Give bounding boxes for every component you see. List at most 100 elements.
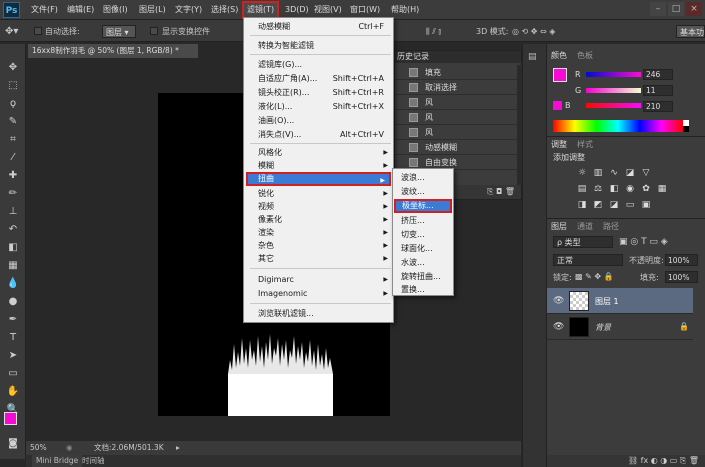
- black-chip[interactable]: [683, 126, 689, 132]
- 3d-mode-icons[interactable]: ◎ ⟲ ✥ ⇔ ◈: [512, 25, 555, 38]
- b-value[interactable]: 210: [643, 101, 673, 112]
- r-value[interactable]: 246: [643, 69, 673, 80]
- menu-view[interactable]: 视图(V): [314, 3, 342, 17]
- history-item[interactable]: 风: [395, 95, 517, 110]
- tab-styles[interactable]: 样式: [577, 139, 593, 151]
- tab-swatches[interactable]: 色板: [577, 50, 593, 62]
- menu-3d[interactable]: 3D(D): [285, 3, 309, 17]
- tab-channels[interactable]: 通道: [577, 221, 593, 233]
- curves-icon[interactable]: ∿: [609, 168, 619, 178]
- blur-tool-icon[interactable]: 💧: [5, 276, 21, 292]
- r-slider[interactable]: [586, 72, 641, 77]
- submenu-item-ripple[interactable]: 波纹...: [401, 185, 455, 198]
- zoom-level[interactable]: 50%: [30, 441, 47, 455]
- maximize-icon[interactable]: □: [668, 2, 684, 16]
- auto-select-dropdown[interactable]: 图层 ▾: [102, 25, 136, 38]
- menu-help[interactable]: 帮助(H): [391, 3, 419, 17]
- posterize-icon[interactable]: ◩: [593, 200, 603, 210]
- brightness-icon[interactable]: ☼: [577, 168, 587, 178]
- vibrance-icon[interactable]: ▽: [641, 168, 651, 178]
- healing-brush-icon[interactable]: ✚: [5, 168, 21, 184]
- layers-footer-icons[interactable]: ⛓ fx ◐ ◑ ▭ ⎘ 🗑: [547, 455, 705, 467]
- hand-tool-icon[interactable]: ✋: [5, 384, 21, 400]
- black-white-icon[interactable]: ◧: [609, 184, 619, 194]
- b-slider[interactable]: [586, 103, 641, 108]
- g-value[interactable]: 11: [643, 85, 673, 96]
- layer-row[interactable]: 👁 背景 🔒: [547, 314, 693, 340]
- tab-timeline[interactable]: 时间轴: [82, 455, 105, 467]
- history-brush-icon[interactable]: ↶: [5, 222, 21, 238]
- history-item[interactable]: 风: [395, 110, 517, 125]
- history-item[interactable]: 填充: [395, 65, 517, 80]
- history-panel-title[interactable]: 历史记录: [395, 51, 521, 63]
- move-tool-icon[interactable]: ✥: [5, 60, 21, 76]
- g-slider[interactable]: [586, 88, 641, 93]
- brush-tool-icon[interactable]: ✏: [5, 186, 21, 202]
- eraser-tool-icon[interactable]: ◧: [5, 240, 21, 256]
- status-menu-arrow-icon[interactable]: ▸: [176, 441, 180, 455]
- menu-item-oil-paint[interactable]: 油画(O)...: [258, 114, 392, 127]
- menu-item-convert-smart[interactable]: 转换为智能滤镜: [258, 39, 392, 52]
- menu-type[interactable]: 文字(Y): [175, 3, 202, 17]
- foreground-color-swatch[interactable]: [4, 412, 17, 425]
- history-item[interactable]: 动感模糊: [395, 140, 517, 155]
- gradient-tool-icon[interactable]: ▦: [5, 258, 21, 274]
- selective-color-icon[interactable]: ▣: [641, 200, 651, 210]
- layer-name[interactable]: 背景: [595, 322, 611, 333]
- marquee-tool-icon[interactable]: ⬚: [5, 78, 21, 94]
- layer-row-selected[interactable]: 👁 图层 1: [547, 288, 693, 314]
- menu-item-other[interactable]: 其它 ▶: [258, 252, 392, 265]
- tab-adjustments[interactable]: 调整: [551, 139, 567, 151]
- path-select-icon[interactable]: ➤: [5, 348, 21, 364]
- menu-item-adaptive-wide[interactable]: 自适应广角(A)... Shift+Ctrl+A: [258, 72, 392, 85]
- menu-item-liquify[interactable]: 液化(L)... Shift+Ctrl+X: [258, 100, 392, 113]
- clone-stamp-icon[interactable]: ⊥: [5, 204, 21, 220]
- levels-icon[interactable]: ▥: [593, 168, 603, 178]
- shape-tool-icon[interactable]: ▭: [5, 366, 21, 382]
- menu-item-filter-gallery[interactable]: 滤镜库(G)...: [258, 58, 392, 71]
- menu-item-digimarc[interactable]: Digimarc ▶: [258, 273, 392, 286]
- submenu-item-pinch[interactable]: 挤压...: [401, 214, 455, 227]
- move-tool-icon[interactable]: ✥▾: [5, 25, 18, 38]
- menu-edit[interactable]: 编辑(E): [67, 3, 94, 17]
- submenu-item-polar-coordinates[interactable]: 极坐标...: [394, 199, 452, 213]
- menu-item-distort[interactable]: 扭曲 ▶: [246, 172, 391, 186]
- menu-item-render[interactable]: 渲染 ▶: [258, 226, 392, 239]
- menu-item-imagenomic[interactable]: Imagenomic ▶: [258, 287, 392, 300]
- quick-mask-icon[interactable]: ◙: [5, 438, 21, 450]
- menu-item-pixelate[interactable]: 像素化 ▶: [258, 213, 392, 226]
- menu-item-lens-correction[interactable]: 镜头校正(R)... Shift+Ctrl+R: [258, 86, 392, 99]
- visibility-eye-icon[interactable]: 👁: [553, 296, 564, 306]
- tab-layers[interactable]: 图层: [551, 221, 567, 233]
- history-item[interactable]: 风: [395, 125, 517, 140]
- menu-item-last-filter[interactable]: 动感模糊 Ctrl+F: [258, 20, 392, 33]
- submenu-item-spherize[interactable]: 球面化...: [401, 242, 455, 255]
- submenu-item-zigzag[interactable]: 水波...: [401, 256, 455, 269]
- foreground-color-swatch[interactable]: [553, 68, 567, 82]
- eyedropper-tool-icon[interactable]: ⁄: [5, 150, 21, 166]
- menu-window[interactable]: 窗口(W): [350, 3, 380, 17]
- menu-item-noise[interactable]: 杂色 ▶: [258, 239, 392, 252]
- close-icon[interactable]: ×: [686, 2, 702, 16]
- tab-paths[interactable]: 路径: [603, 221, 619, 233]
- fill-input[interactable]: 100%: [665, 271, 698, 283]
- menu-item-blur[interactable]: 模糊 ▶: [258, 159, 392, 172]
- layer-filter-icons[interactable]: ▣ ◎ T ▭ ◈: [619, 237, 668, 247]
- minimize-icon[interactable]: –: [650, 2, 666, 16]
- color-spectrum[interactable]: [553, 120, 683, 132]
- photo-filter-icon[interactable]: ◉: [625, 184, 635, 194]
- menu-layer[interactable]: 图层(L): [139, 3, 166, 17]
- history-item[interactable]: 取消选择: [395, 80, 517, 95]
- pen-tool-icon[interactable]: ✒: [5, 312, 21, 328]
- align-icons[interactable]: ⫼ ⫽ ⫾: [426, 25, 441, 38]
- menu-item-browse-online[interactable]: 浏览联机滤镜...: [258, 307, 392, 320]
- menu-select[interactable]: 选择(S): [211, 3, 238, 17]
- submenu-item-twirl[interactable]: 旋转扭曲...: [401, 270, 455, 283]
- show-transform-checkbox[interactable]: [150, 27, 158, 35]
- lasso-tool-icon[interactable]: ϙ: [5, 96, 21, 112]
- tab-mini-bridge[interactable]: Mini Bridge: [32, 455, 83, 467]
- blend-mode-select[interactable]: 正常: [553, 254, 623, 266]
- submenu-item-shear[interactable]: 切变...: [401, 228, 455, 241]
- dodge-tool-icon[interactable]: ●: [5, 294, 21, 310]
- menu-item-vanishing-point[interactable]: 消失点(V)... Alt+Ctrl+V: [258, 128, 392, 141]
